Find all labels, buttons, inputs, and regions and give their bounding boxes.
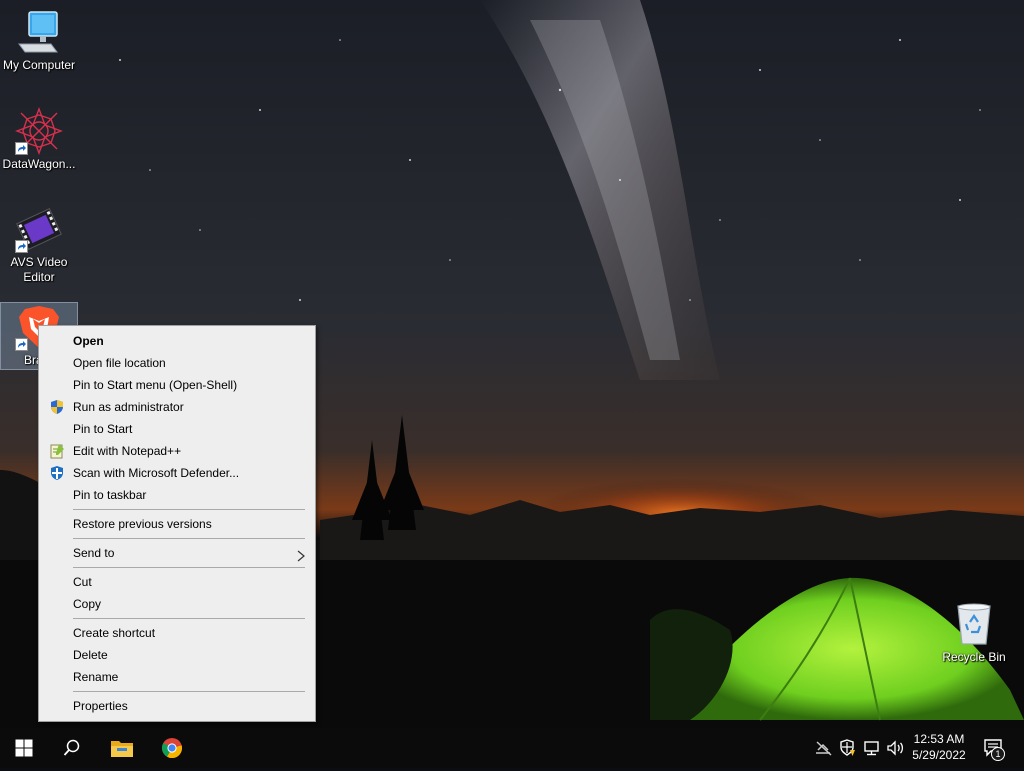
start-button[interactable] xyxy=(0,728,48,768)
action-center-button[interactable]: 1 xyxy=(980,728,1020,768)
menu-item-label: Open file location xyxy=(73,356,166,370)
menu-item-label: Restore previous versions xyxy=(73,517,212,531)
taskbar: 12:53 AM 5/29/2022 1 xyxy=(0,728,1024,768)
menu-item-rename[interactable]: Rename xyxy=(39,666,315,688)
defender-icon xyxy=(49,465,65,481)
shield-icon xyxy=(49,399,65,415)
recycle-bin-icon xyxy=(950,600,998,648)
menu-separator xyxy=(73,567,305,568)
menu-item-label: Pin to Start xyxy=(73,422,133,436)
chrome-icon xyxy=(161,738,183,759)
desktop-icon-label: My Computer xyxy=(2,58,76,72)
video-editor-icon xyxy=(15,205,63,253)
context-menu: Open Open file location Pin to Start men… xyxy=(38,325,316,722)
desktop-icon-datawagon[interactable]: DataWagon... xyxy=(1,107,77,173)
menu-item-run-as-administrator[interactable]: Run as administrator xyxy=(39,396,315,418)
network-icon[interactable] xyxy=(862,738,882,758)
desktop-icon-my-computer[interactable]: My Computer xyxy=(1,8,77,78)
menu-item-pin-to-start[interactable]: Pin to Start xyxy=(39,418,315,440)
shortcut-arrow-icon xyxy=(15,338,28,351)
menu-item-label: Pin to taskbar xyxy=(73,488,147,502)
chrome-button[interactable] xyxy=(148,728,196,768)
search-icon xyxy=(63,739,80,756)
menu-item-label: Properties xyxy=(73,699,128,713)
menu-item-label: Scan with Microsoft Defender... xyxy=(73,466,240,480)
menu-item-create-shortcut[interactable]: Create shortcut xyxy=(39,622,315,644)
desktop-icon-label: Recycle Bin xyxy=(942,650,1006,664)
volume-icon[interactable] xyxy=(886,738,906,758)
security-warning-icon[interactable] xyxy=(838,738,858,758)
menu-item-label: Cut xyxy=(73,575,92,589)
desktop-icon-label: DataWagon... xyxy=(2,157,76,171)
menu-item-label: Rename xyxy=(73,670,119,684)
menu-item-label: Send to xyxy=(73,546,115,560)
windows-start-icon xyxy=(15,739,33,757)
shortcut-arrow-icon xyxy=(15,142,28,155)
menu-item-label: Run as administrator xyxy=(73,400,184,414)
clock-date: 5/29/2022 xyxy=(912,748,966,762)
menu-item-label: Edit with Notepad++ xyxy=(73,444,182,458)
menu-item-delete[interactable]: Delete xyxy=(39,644,315,666)
menu-item-properties[interactable]: Properties xyxy=(39,695,315,717)
menu-item-pin-to-start-menu-open-shell[interactable]: Pin to Start menu (Open-Shell) xyxy=(39,374,315,396)
shortcut-arrow-icon xyxy=(15,240,28,253)
notepad-plus-plus-icon xyxy=(49,443,65,459)
clock-time: 12:53 AM xyxy=(913,732,965,746)
menu-item-label: Copy xyxy=(73,597,102,611)
menu-item-label: Pin to Start menu (Open-Shell) xyxy=(73,378,238,392)
menu-item-send-to[interactable]: Send to xyxy=(39,542,315,564)
menu-item-restore-previous-versions[interactable]: Restore previous versions xyxy=(39,513,315,535)
menu-item-label: Delete xyxy=(73,648,108,662)
network-disconnected-icon[interactable] xyxy=(814,738,834,758)
menu-separator xyxy=(73,618,305,619)
menu-item-edit-with-notepad-plus-plus[interactable]: Edit with Notepad++ xyxy=(39,440,315,462)
computer-icon xyxy=(15,8,63,56)
menu-item-label: Create shortcut xyxy=(73,626,156,640)
menu-separator xyxy=(73,691,305,692)
menu-separator xyxy=(73,538,305,539)
menu-item-open-file-location[interactable]: Open file location xyxy=(39,352,315,374)
taskbar-clock[interactable]: 12:53 AM 5/29/2022 xyxy=(906,731,972,763)
menu-item-open[interactable]: Open xyxy=(39,330,315,352)
file-explorer-icon xyxy=(111,741,133,757)
desktop-icon-avs-video-editor[interactable]: AVS Video Editor xyxy=(1,205,77,287)
menu-item-label: Open xyxy=(73,334,104,348)
menu-item-scan-with-microsoft-defender[interactable]: Scan with Microsoft Defender... xyxy=(39,462,315,484)
menu-item-copy[interactable]: Copy xyxy=(39,593,315,615)
menu-item-pin-to-taskbar[interactable]: Pin to taskbar xyxy=(39,484,315,506)
datawagon-icon xyxy=(15,107,63,155)
desktop-icon-recycle-bin[interactable]: Recycle Bin xyxy=(936,600,1012,670)
notification-count-badge: 1 xyxy=(991,747,1005,761)
file-explorer-button[interactable] xyxy=(98,728,146,768)
menu-separator xyxy=(73,509,305,510)
desktop-icon-label: AVS Video Editor xyxy=(10,255,68,284)
chevron-right-icon xyxy=(297,547,305,562)
menu-item-cut[interactable]: Cut xyxy=(39,571,315,593)
search-button[interactable] xyxy=(48,728,96,768)
